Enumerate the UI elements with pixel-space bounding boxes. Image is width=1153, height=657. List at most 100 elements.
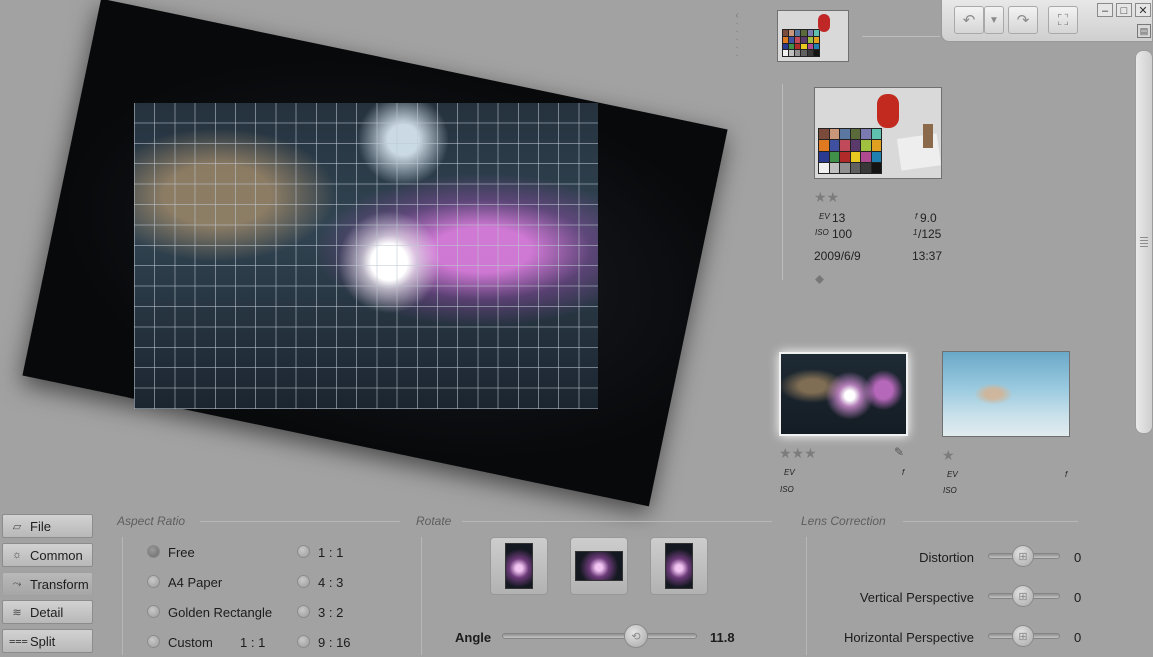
minimize-button[interactable]: – xyxy=(1097,3,1113,17)
radio-ratio-3-2-label: 3 : 2 xyxy=(318,605,344,620)
radio-custom[interactable] xyxy=(147,635,160,648)
distortion-value: 0 xyxy=(1074,550,1082,565)
transform-icon: ⤳ xyxy=(12,577,22,590)
aspect-ratio-title: Aspect Ratio xyxy=(117,514,186,528)
radio-free[interactable] xyxy=(147,545,160,558)
folder-icon: ▱ xyxy=(12,520,22,533)
nav-file-label: File xyxy=(30,518,51,534)
custom-ratio-value[interactable]: 1 : 1 xyxy=(240,635,265,650)
rating-stars[interactable]: ★ xyxy=(942,447,955,464)
grid-icon: ⊞ xyxy=(1018,630,1028,643)
rotate-left-button[interactable] xyxy=(490,537,548,595)
undo-history-dropdown[interactable]: ▼ xyxy=(984,6,1004,34)
photo-canvas[interactable] xyxy=(0,0,760,512)
radio-a4-paper[interactable] xyxy=(147,575,160,588)
redo-button[interactable]: ↷ xyxy=(1008,6,1038,34)
angle-value: 11.8 xyxy=(710,630,735,645)
angle-slider-knob[interactable]: ⟲ xyxy=(624,624,648,648)
rotate-left-icon xyxy=(505,543,533,589)
ev-label: EV xyxy=(947,470,958,479)
thumbnail-underwater-glow[interactable] xyxy=(779,352,908,436)
detail-icon: ≋ xyxy=(12,606,22,619)
divider xyxy=(421,537,422,655)
horizontal-perspective-label: Horizontal Perspective xyxy=(843,630,974,645)
rating-stars[interactable]: ★★★ xyxy=(779,445,817,462)
maximize-button[interactable]: □ xyxy=(1116,3,1132,17)
ev-value: 13 xyxy=(832,211,846,225)
thumbnail-selected-small[interactable] xyxy=(777,10,849,62)
shutter-value: /125 xyxy=(918,227,942,241)
color-checker-image xyxy=(782,29,820,57)
nav-transform-button[interactable]: ⤳ Transform xyxy=(2,572,93,596)
undo-icon: ↶ xyxy=(962,12,976,29)
rotate-right-icon xyxy=(665,543,693,589)
grid-icon: ⊞ xyxy=(1018,550,1028,563)
maximize-icon: □ xyxy=(1120,5,1128,17)
vertical-perspective-label: Vertical Perspective xyxy=(859,590,974,605)
capture-date: 2009/6/9 xyxy=(814,249,861,263)
nav-split-button[interactable]: ⩶ Split xyxy=(2,629,93,653)
nav-common-label: Common xyxy=(30,547,83,563)
vertical-perspective-slider-knob[interactable]: ⊞ xyxy=(1012,585,1034,607)
aperture-label: f xyxy=(915,212,918,221)
panel-layout-button[interactable]: ▤ xyxy=(1137,24,1151,38)
iso-value: 100 xyxy=(832,227,853,241)
thumbnail-selected-preview[interactable] xyxy=(814,87,942,179)
fullscreen-icon: ⛶ xyxy=(1057,11,1069,29)
lens-correction-title: Lens Correction xyxy=(801,514,886,528)
radio-ratio-1-1-label: 1 : 1 xyxy=(318,545,344,560)
thumbnail-underwater-swimmer[interactable] xyxy=(942,351,1070,437)
radio-a4-paper-label: A4 Paper xyxy=(168,575,223,590)
scrollbar-grip[interactable] xyxy=(1140,235,1148,247)
horizontal-perspective-slider-knob[interactable]: ⊞ xyxy=(1012,625,1034,647)
ev-label: EV xyxy=(784,468,795,477)
nav-common-button[interactable]: ☼ Common xyxy=(2,543,93,567)
fullscreen-button[interactable]: ⛶ xyxy=(1048,6,1078,34)
flip-icon xyxy=(575,551,623,581)
nav-file-button[interactable]: ▱ File xyxy=(2,514,93,538)
doll-figure xyxy=(818,14,830,32)
capture-time: 13:37 xyxy=(912,249,943,263)
divider xyxy=(462,521,772,522)
radio-ratio-4-3[interactable] xyxy=(297,575,310,588)
horizontal-perspective-value: 0 xyxy=(1074,630,1082,645)
tag-icon[interactable]: ⬥ xyxy=(815,271,824,287)
angle-slider[interactable] xyxy=(502,633,697,639)
nav-detail-button[interactable]: ≋ Detail xyxy=(2,600,93,624)
crop-grid-area[interactable] xyxy=(134,103,598,409)
chevron-left-icon: ‹ · · · · · xyxy=(735,10,739,61)
chevron-down-icon: ▼ xyxy=(989,14,999,26)
pencil-icon[interactable]: ✎ xyxy=(894,445,904,459)
rotate-right-button[interactable] xyxy=(650,537,708,595)
aperture-value: 9.0 xyxy=(920,211,937,225)
radio-golden-rectangle[interactable] xyxy=(147,605,160,618)
divider xyxy=(122,537,123,655)
grid-icon: ⊞ xyxy=(1018,590,1028,603)
divider xyxy=(862,36,940,37)
undo-button[interactable]: ↶ xyxy=(954,6,984,34)
close-button[interactable]: ✕ xyxy=(1135,3,1151,17)
ev-label: EV xyxy=(819,212,830,221)
nav-detail-label: Detail xyxy=(30,604,64,620)
radio-ratio-1-1[interactable] xyxy=(297,545,310,558)
rating-stars[interactable]: ★★ xyxy=(814,189,839,206)
radio-ratio-9-16[interactable] xyxy=(297,635,310,648)
radio-ratio-3-2[interactable] xyxy=(297,605,310,618)
vertical-perspective-value: 0 xyxy=(1074,590,1082,605)
aperture-label: f xyxy=(902,468,905,477)
sun-icon: ☼ xyxy=(11,549,23,561)
collapse-panel-handle[interactable]: ‹ · · · · · xyxy=(731,10,743,62)
distortion-slider-knob[interactable]: ⊞ xyxy=(1012,545,1034,567)
rotate-icon: ⟲ xyxy=(631,630,641,643)
split-icon: ⩶ xyxy=(9,634,28,647)
shutter-numerator: 1 xyxy=(913,228,918,237)
distortion-label: Distortion xyxy=(919,550,974,565)
flip-horizontal-button[interactable] xyxy=(570,537,628,595)
thumbnail-scrollbar[interactable] xyxy=(1135,50,1153,434)
divider xyxy=(200,521,400,522)
iso-label: ISO xyxy=(815,228,829,237)
close-icon: ✕ xyxy=(1138,5,1148,17)
layout-icon: ▤ xyxy=(1139,26,1149,36)
radio-ratio-4-3-label: 4 : 3 xyxy=(318,575,344,590)
nav-transform-label: Transform xyxy=(30,576,89,592)
